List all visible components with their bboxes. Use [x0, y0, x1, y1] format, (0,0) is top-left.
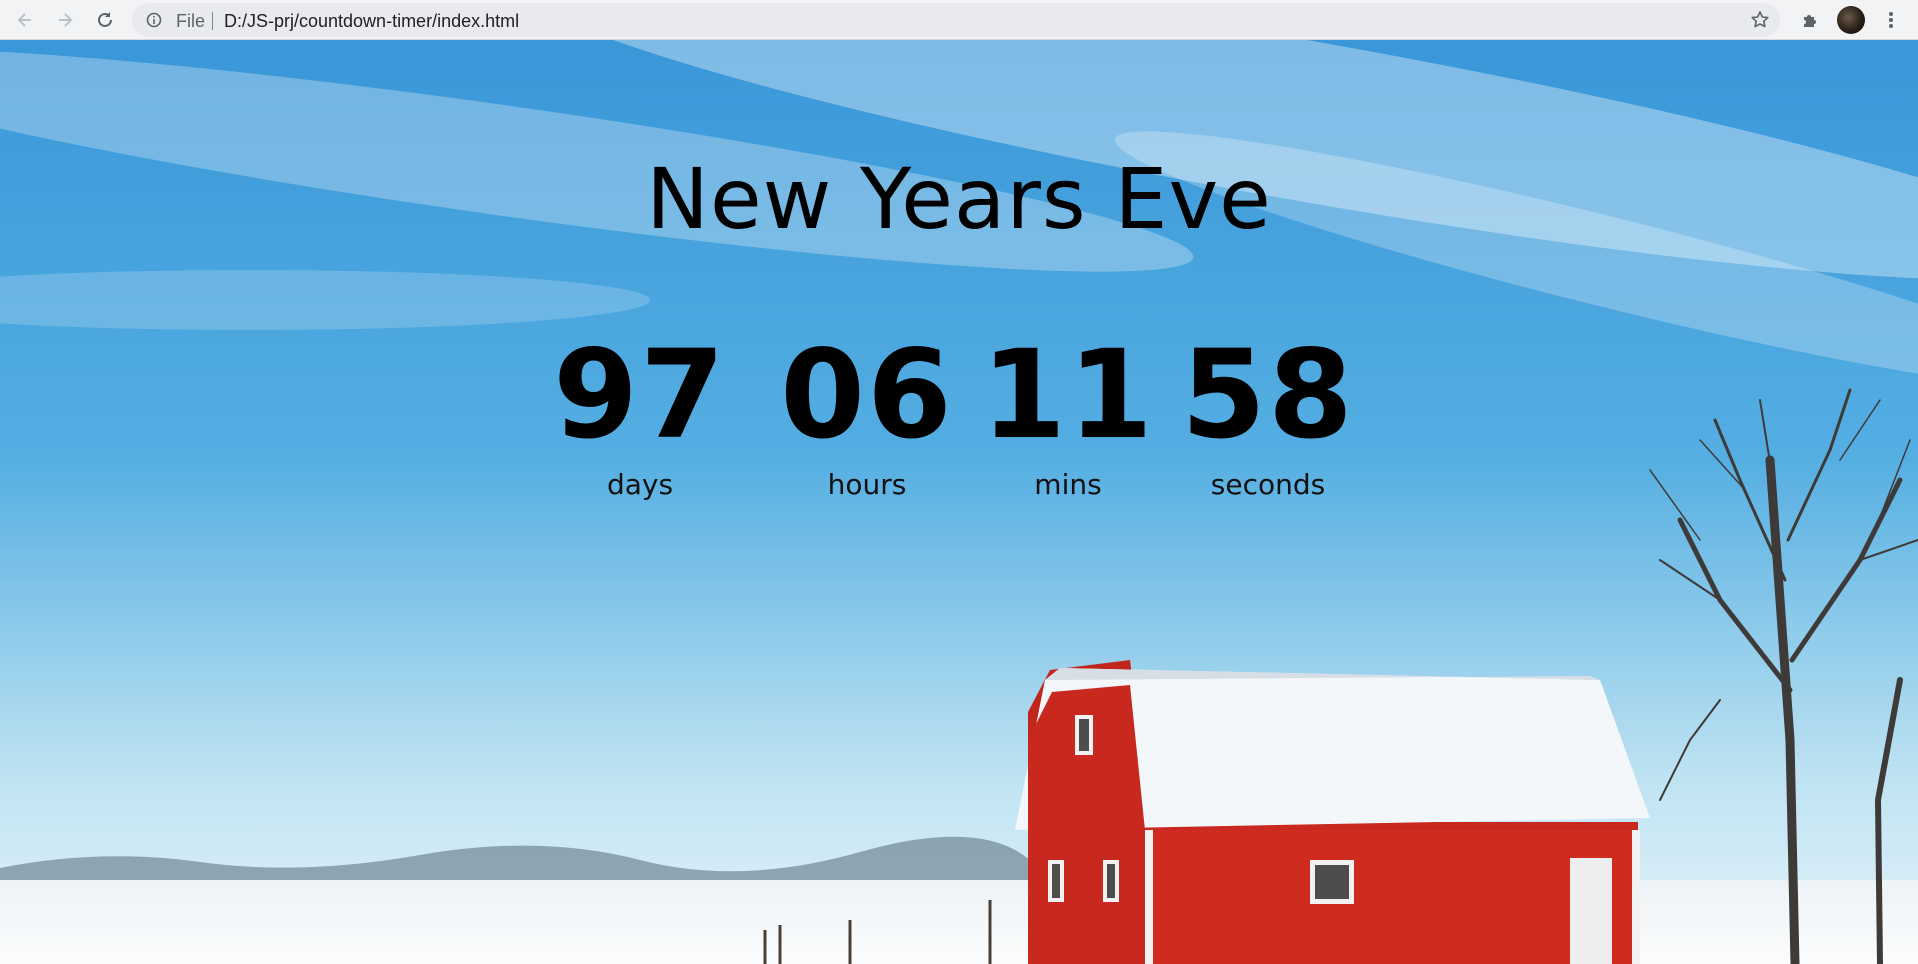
page-title: New Years Eve	[646, 150, 1272, 248]
back-arrow-icon	[17, 13, 31, 27]
info-icon[interactable]	[146, 12, 162, 28]
reload-icon	[98, 12, 112, 27]
countdown-seconds: 58 seconds	[1148, 330, 1388, 501]
seconds-value: 58	[1181, 324, 1355, 466]
back-button[interactable]	[9, 4, 41, 36]
url-scheme-label: File	[176, 11, 206, 31]
puzzle-piece-icon	[1804, 15, 1816, 27]
url-text[interactable]: D:/JS-prj/countdown-timer/index.html	[224, 11, 519, 32]
browser-toolbar: File D:/JS-prj/countdown-timer/index.htm…	[0, 0, 1918, 40]
address-bar[interactable]: File D:/JS-prj/countdown-timer/index.htm…	[132, 3, 1780, 37]
more-vertical-icon	[1889, 12, 1893, 28]
reload-button[interactable]	[89, 4, 121, 36]
forward-arrow-icon	[59, 13, 73, 27]
page-viewport: New Years Eve 97 days 06 hours 11 mins 5…	[0, 40, 1918, 964]
extensions-button[interactable]	[1795, 4, 1827, 36]
days-value: 97	[553, 324, 727, 466]
url-separator	[212, 12, 213, 30]
seconds-label: seconds	[1210, 468, 1326, 501]
bookmark-star-icon[interactable]	[1750, 10, 1770, 30]
countdown-days: 97 days	[520, 330, 760, 501]
menu-button[interactable]	[1875, 4, 1907, 36]
forward-button[interactable]	[49, 4, 81, 36]
profile-avatar[interactable]	[1837, 6, 1865, 34]
days-label: days	[606, 468, 674, 501]
